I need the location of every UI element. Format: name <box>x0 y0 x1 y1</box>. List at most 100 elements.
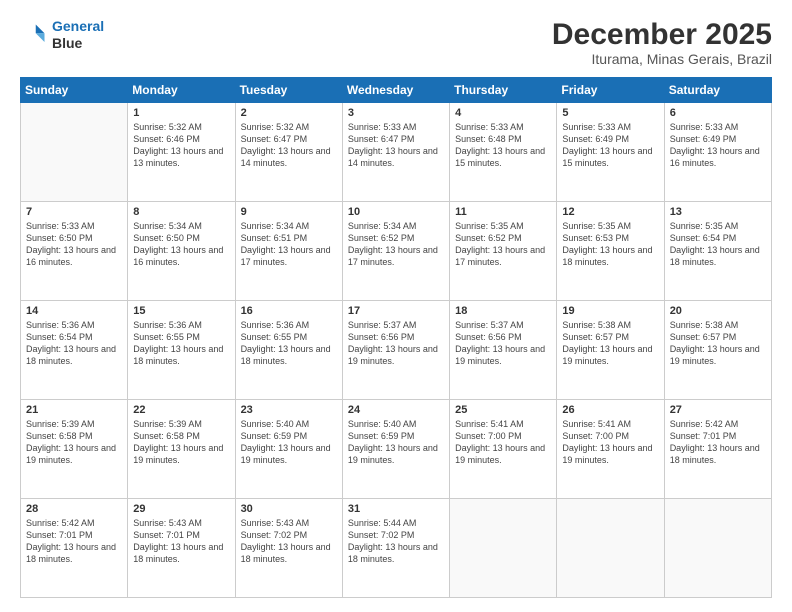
location: Iturama, Minas Gerais, Brazil <box>552 51 772 67</box>
calendar-cell: 31 Sunrise: 5:44 AMSunset: 7:02 PMDayligh… <box>342 499 449 598</box>
cell-info: Sunrise: 5:43 AMSunset: 7:01 PMDaylight:… <box>133 517 229 566</box>
cell-info: Sunrise: 5:32 AMSunset: 6:47 PMDaylight:… <box>241 121 337 170</box>
cell-info: Sunrise: 5:40 AMSunset: 6:59 PMDaylight:… <box>348 418 444 467</box>
day-number: 20 <box>670 305 766 317</box>
day-number: 15 <box>133 305 229 317</box>
calendar-table: SundayMondayTuesdayWednesdayThursdayFrid… <box>20 77 772 598</box>
day-number: 6 <box>670 107 766 119</box>
calendar-cell: 11Sunrise: 5:35 AMSunset: 6:52 PMDayligh… <box>450 202 557 301</box>
day-number: 27 <box>670 404 766 416</box>
calendar-cell: 1Sunrise: 5:32 AMSunset: 6:46 PMDaylight… <box>128 103 235 202</box>
calendar-cell: 7 Sunrise: 5:33 AMSunset: 6:50 PMDaylight… <box>21 202 128 301</box>
cell-info: Sunrise: 5:42 AMSunset: 7:01 PMDaylight:… <box>26 517 122 566</box>
day-number: 30 <box>241 503 337 515</box>
calendar-cell: 21 Sunrise: 5:39 AMSunset: 6:58 PMDayligh… <box>21 400 128 499</box>
calendar-cell: 4 Sunrise: 5:33 AMSunset: 6:48 PMDaylight… <box>450 103 557 202</box>
day-number: 7 <box>26 206 122 218</box>
cell-info: Sunrise: 5:33 AMSunset: 6:49 PMDaylight:… <box>670 121 766 170</box>
calendar-cell: 8 Sunrise: 5:34 AMSunset: 6:50 PMDaylight… <box>128 202 235 301</box>
calendar-cell: 30Sunrise: 5:43 AMSunset: 7:02 PMDayligh… <box>235 499 342 598</box>
calendar-week-row: 14 Sunrise: 5:36 AMSunset: 6:54 PMDayligh… <box>21 301 772 400</box>
cell-info: Sunrise: 5:36 AMSunset: 6:54 PMDaylight:… <box>26 319 122 368</box>
day-number: 1 <box>133 107 229 119</box>
title-block: December 2025 Iturama, Minas Gerais, Bra… <box>552 18 772 67</box>
calendar-cell: 13Sunrise: 5:35 AMSunset: 6:54 PMDayligh… <box>664 202 771 301</box>
calendar-cell: 28 Sunrise: 5:42 AMSunset: 7:01 PMDayligh… <box>21 499 128 598</box>
calendar-cell: 15 Sunrise: 5:36 AMSunset: 6:55 PMDayligh… <box>128 301 235 400</box>
calendar-week-row: 7 Sunrise: 5:33 AMSunset: 6:50 PMDaylight… <box>21 202 772 301</box>
calendar-cell: 2 Sunrise: 5:32 AMSunset: 6:47 PMDaylight… <box>235 103 342 202</box>
calendar-cell: 24 Sunrise: 5:40 AMSunset: 6:59 PMDayligh… <box>342 400 449 499</box>
cell-info: Sunrise: 5:44 AMSunset: 7:02 PMDaylight:… <box>348 517 444 566</box>
cell-info: Sunrise: 5:42 AMSunset: 7:01 PMDaylight:… <box>670 418 766 467</box>
cell-info: Sunrise: 5:36 AMSunset: 6:55 PMDaylight:… <box>133 319 229 368</box>
calendar-cell <box>450 499 557 598</box>
weekday-header-tuesday: Tuesday <box>235 78 342 103</box>
day-number: 14 <box>26 305 122 317</box>
calendar-cell: 22Sunrise: 5:39 AMSunset: 6:58 PMDayligh… <box>128 400 235 499</box>
cell-info: Sunrise: 5:33 AMSunset: 6:48 PMDaylight:… <box>455 121 551 170</box>
cell-info: Sunrise: 5:41 AMSunset: 7:00 PMDaylight:… <box>562 418 658 467</box>
calendar-week-row: 21 Sunrise: 5:39 AMSunset: 6:58 PMDayligh… <box>21 400 772 499</box>
cell-info: Sunrise: 5:34 AMSunset: 6:51 PMDaylight:… <box>241 220 337 269</box>
day-number: 21 <box>26 404 122 416</box>
calendar-cell <box>557 499 664 598</box>
calendar-cell <box>21 103 128 202</box>
day-number: 11 <box>455 206 551 218</box>
cell-info: Sunrise: 5:38 AMSunset: 6:57 PMDaylight:… <box>562 319 658 368</box>
calendar-cell: 17 Sunrise: 5:37 AMSunset: 6:56 PMDayligh… <box>342 301 449 400</box>
day-number: 24 <box>348 404 444 416</box>
cell-info: Sunrise: 5:33 AMSunset: 6:49 PMDaylight:… <box>562 121 658 170</box>
calendar-cell: 9 Sunrise: 5:34 AMSunset: 6:51 PMDaylight… <box>235 202 342 301</box>
calendar-cell: 3Sunrise: 5:33 AMSunset: 6:47 PMDaylight… <box>342 103 449 202</box>
calendar-cell: 29 Sunrise: 5:43 AMSunset: 7:01 PMDayligh… <box>128 499 235 598</box>
weekday-header-saturday: Saturday <box>664 78 771 103</box>
day-number: 31 <box>348 503 444 515</box>
day-number: 19 <box>562 305 658 317</box>
cell-info: Sunrise: 5:37 AMSunset: 6:56 PMDaylight:… <box>348 319 444 368</box>
cell-info: Sunrise: 5:34 AMSunset: 6:52 PMDaylight:… <box>348 220 444 269</box>
day-number: 28 <box>26 503 122 515</box>
calendar-cell: 18Sunrise: 5:37 AMSunset: 6:56 PMDayligh… <box>450 301 557 400</box>
calendar-cell: 14 Sunrise: 5:36 AMSunset: 6:54 PMDayligh… <box>21 301 128 400</box>
day-number: 12 <box>562 206 658 218</box>
cell-info: Sunrise: 5:34 AMSunset: 6:50 PMDaylight:… <box>133 220 229 269</box>
month-title: December 2025 <box>552 18 772 51</box>
weekday-header-sunday: Sunday <box>21 78 128 103</box>
calendar-week-row: 1Sunrise: 5:32 AMSunset: 6:46 PMDaylight… <box>21 103 772 202</box>
cell-info: Sunrise: 5:35 AMSunset: 6:53 PMDaylight:… <box>562 220 658 269</box>
cell-info: Sunrise: 5:38 AMSunset: 6:57 PMDaylight:… <box>670 319 766 368</box>
calendar-cell: 25Sunrise: 5:41 AMSunset: 7:00 PMDayligh… <box>450 400 557 499</box>
calendar-cell <box>664 499 771 598</box>
logo: General Blue <box>20 18 104 52</box>
cell-info: Sunrise: 5:39 AMSunset: 6:58 PMDaylight:… <box>133 418 229 467</box>
logo-text: General Blue <box>52 18 104 52</box>
day-number: 4 <box>455 107 551 119</box>
day-number: 23 <box>241 404 337 416</box>
cell-info: Sunrise: 5:33 AMSunset: 6:50 PMDaylight:… <box>26 220 122 269</box>
calendar-cell: 6 Sunrise: 5:33 AMSunset: 6:49 PMDaylight… <box>664 103 771 202</box>
cell-info: Sunrise: 5:39 AMSunset: 6:58 PMDaylight:… <box>26 418 122 467</box>
calendar-cell: 23 Sunrise: 5:40 AMSunset: 6:59 PMDayligh… <box>235 400 342 499</box>
cell-info: Sunrise: 5:33 AMSunset: 6:47 PMDaylight:… <box>348 121 444 170</box>
day-number: 8 <box>133 206 229 218</box>
weekday-header-wednesday: Wednesday <box>342 78 449 103</box>
calendar-cell: 16Sunrise: 5:36 AMSunset: 6:55 PMDayligh… <box>235 301 342 400</box>
calendar-week-row: 28 Sunrise: 5:42 AMSunset: 7:01 PMDayligh… <box>21 499 772 598</box>
day-number: 16 <box>241 305 337 317</box>
weekday-header-friday: Friday <box>557 78 664 103</box>
weekday-header-monday: Monday <box>128 78 235 103</box>
calendar-cell: 5Sunrise: 5:33 AMSunset: 6:49 PMDaylight… <box>557 103 664 202</box>
day-number: 17 <box>348 305 444 317</box>
calendar-cell: 26Sunrise: 5:41 AMSunset: 7:00 PMDayligh… <box>557 400 664 499</box>
cell-info: Sunrise: 5:40 AMSunset: 6:59 PMDaylight:… <box>241 418 337 467</box>
day-number: 29 <box>133 503 229 515</box>
header: General Blue December 2025 Iturama, Mina… <box>20 18 772 67</box>
weekday-header-thursday: Thursday <box>450 78 557 103</box>
day-number: 9 <box>241 206 337 218</box>
day-number: 2 <box>241 107 337 119</box>
day-number: 10 <box>348 206 444 218</box>
weekday-header-row: SundayMondayTuesdayWednesdayThursdayFrid… <box>21 78 772 103</box>
day-number: 13 <box>670 206 766 218</box>
calendar-cell: 10 Sunrise: 5:34 AMSunset: 6:52 PMDayligh… <box>342 202 449 301</box>
